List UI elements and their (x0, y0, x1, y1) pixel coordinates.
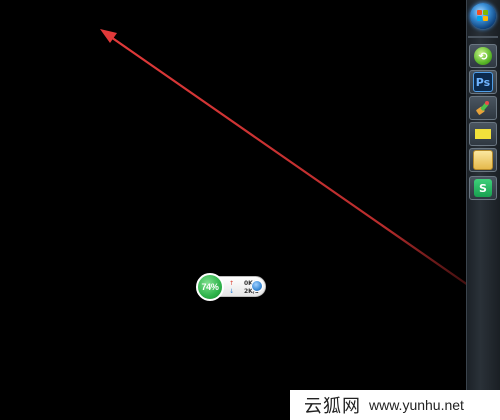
folder-icon (473, 150, 493, 170)
start-button[interactable] (470, 3, 496, 29)
watermark-brand: 云狐网 (304, 396, 361, 417)
upload-arrow-icon: ↑ (229, 280, 235, 287)
download-arrow-icon: ↓ (229, 288, 235, 295)
desktop-background (0, 0, 500, 420)
taskbar-item-paint-tool[interactable] (469, 96, 497, 120)
green-circle-arrow-icon: ⟲ (474, 47, 492, 65)
windows-orb-icon (477, 10, 489, 22)
photoshop-icon: Ps (473, 72, 493, 92)
paint-brush-icon (474, 99, 492, 117)
taskbar-item-notes-app[interactable] (469, 122, 497, 146)
watermark-url: www.yunhu.net (369, 397, 464, 413)
wps-s-icon: S (474, 179, 492, 197)
accelerate-rocket-icon[interactable] (251, 280, 263, 292)
taskbar-item-wps-app[interactable]: S (469, 176, 497, 200)
taskbar-item-photoshop[interactable]: Ps (469, 70, 497, 94)
yellow-lines-icon (474, 125, 492, 143)
watermark-bar: 云狐网 www.yunhu.net (290, 390, 500, 420)
memory-percent-ball[interactable]: 74% (196, 273, 224, 301)
network-speed-widget[interactable]: ↑ 0K/s ↓ 2K/s 74% (196, 273, 266, 301)
taskbar-item-green-refresh-app[interactable]: ⟲ (469, 44, 497, 68)
taskbar-separator (468, 36, 498, 38)
taskbar-item-file-explorer[interactable] (469, 148, 497, 172)
